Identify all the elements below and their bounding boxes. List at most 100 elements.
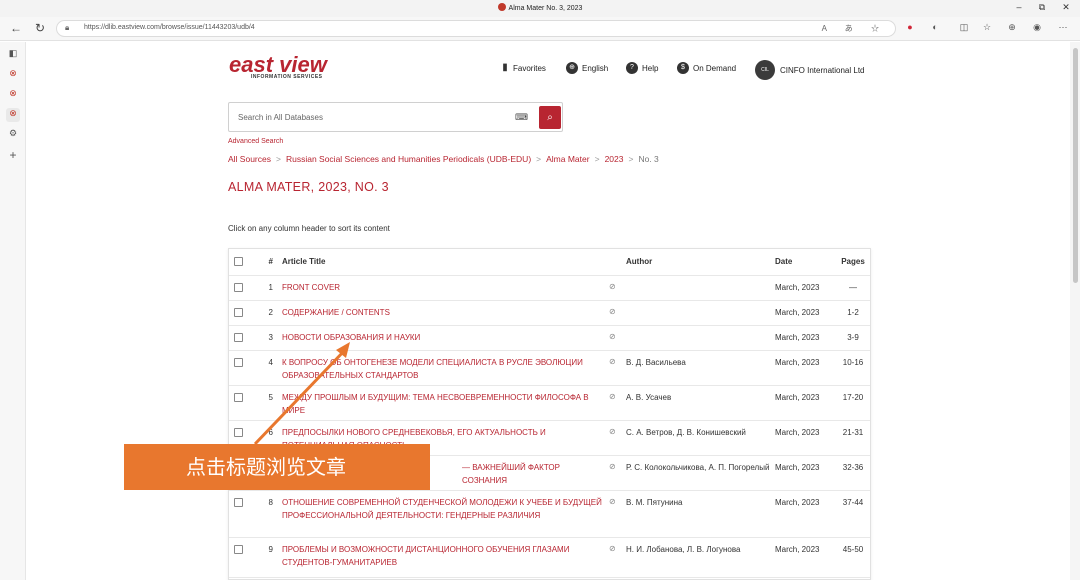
attachment-icon[interactable]: ⊘ bbox=[609, 356, 616, 369]
attachment-icon[interactable]: ⊘ bbox=[609, 281, 616, 294]
articles-table: # Article Title Author Date Pages 1 FRON… bbox=[228, 248, 871, 580]
breadcrumb-issue: No. 3 bbox=[638, 154, 659, 164]
keyboard-icon[interactable]: ⌨ bbox=[515, 112, 528, 123]
window-titlebar: Alma Mater No. 3, 2023 – ⧉ ✕ bbox=[0, 0, 1080, 17]
row-checkbox[interactable] bbox=[234, 428, 243, 437]
window-title: Alma Mater No. 3, 2023 bbox=[0, 3, 1080, 12]
column-header-date[interactable]: Date bbox=[775, 256, 833, 269]
org-avatar: CIL bbox=[755, 60, 775, 80]
refresh-button[interactable]: ↻ bbox=[32, 21, 48, 35]
extension-icon[interactable]: ● bbox=[903, 22, 917, 32]
nav-favorites-label: Favorites bbox=[513, 63, 546, 73]
logo-wordmark: east view bbox=[229, 52, 327, 77]
breadcrumb-separator-icon: > bbox=[536, 154, 542, 164]
browser-toolbar: ← ↻ 🔒︎ https://dlib.eastview.com/browse/… bbox=[0, 17, 1080, 41]
address-bar[interactable]: 🔒︎ https://dlib.eastview.com/browse/issu… bbox=[56, 20, 896, 37]
article-pages: 17-20 bbox=[842, 393, 864, 402]
org-name: CINFO International Ltd bbox=[780, 65, 865, 75]
select-all-checkbox[interactable] bbox=[234, 257, 243, 266]
eastview-logo[interactable]: east view INFORMATION SERVICES bbox=[229, 52, 327, 81]
favorites-icon[interactable]: ☆ bbox=[980, 22, 994, 33]
collections-icon[interactable]: ⊕ bbox=[1005, 22, 1019, 33]
new-tab-plus-icon[interactable]: + bbox=[6, 148, 20, 162]
column-header-num[interactable]: # bbox=[257, 256, 273, 269]
table-row: 8 ОТНОШЕНИЕ СОВРЕМЕННОЙ СТУДЕНЧЕСКОЙ МОЛ… bbox=[229, 491, 870, 538]
attachment-icon[interactable]: ⊘ bbox=[609, 461, 616, 474]
column-header-pages[interactable]: Pages bbox=[838, 256, 868, 269]
article-date: March, 2023 bbox=[775, 358, 820, 367]
attachment-icon[interactable]: ⊘ bbox=[609, 543, 616, 556]
article-author: Н. И. Лобанова, Л. В. Логунова bbox=[626, 545, 741, 554]
nav-favorites[interactable]: ▮ Favorites bbox=[501, 62, 546, 74]
article-pages: 32-36 bbox=[842, 463, 864, 472]
nav-on-demand[interactable]: $ On Demand bbox=[677, 62, 736, 74]
attachment-icon[interactable]: ⊘ bbox=[609, 391, 616, 404]
article-title-link[interactable]: FRONT COVER bbox=[282, 282, 607, 295]
sidebar-tab-icon[interactable]: ⊗ bbox=[6, 88, 20, 102]
article-title-link[interactable]: ОТНОШЕНИЕ СОВРЕМЕННОЙ СТУДЕНЧЕСКОЙ МОЛОД… bbox=[282, 497, 607, 522]
column-header-author[interactable]: Author bbox=[626, 256, 771, 269]
article-title-link[interactable]: К ВОПРОСУ ОБ ОНТОГЕНЕЗЕ МОДЕЛИ СПЕЦИАЛИС… bbox=[282, 357, 607, 382]
tab-actions-icon[interactable]: ◧ bbox=[6, 48, 20, 62]
article-pages: 37-44 bbox=[842, 498, 864, 507]
row-number: 2 bbox=[268, 308, 273, 317]
page-title: ALMA MATER, 2023, NO. 3 bbox=[228, 180, 389, 194]
attachment-icon[interactable]: ⊘ bbox=[609, 331, 616, 344]
close-window-button[interactable]: ✕ bbox=[1056, 2, 1076, 13]
row-checkbox[interactable] bbox=[234, 283, 243, 292]
back-button[interactable]: ← bbox=[8, 21, 24, 35]
split-screen-icon[interactable]: ◫ bbox=[957, 22, 971, 33]
lock-icon: 🔒︎ bbox=[65, 23, 70, 32]
article-date: March, 2023 bbox=[775, 545, 820, 554]
breadcrumb-separator-icon: > bbox=[276, 154, 281, 164]
sidebar-tab-icon[interactable]: ⊗ bbox=[6, 68, 20, 82]
search-button[interactable]: ⌕ bbox=[539, 106, 561, 129]
article-author: С. А. Ветров, Д. В. Конишевский bbox=[626, 428, 746, 437]
breadcrumb-all-sources[interactable]: All Sources bbox=[228, 154, 271, 164]
address-bar-actions[interactable]: A あ ☆ bbox=[822, 23, 887, 34]
scrollbar-thumb[interactable] bbox=[1073, 48, 1078, 283]
attachment-icon[interactable]: ⊘ bbox=[609, 306, 616, 319]
row-checkbox[interactable] bbox=[234, 545, 243, 554]
attachment-icon[interactable]: ⊘ bbox=[609, 496, 616, 509]
breadcrumb-database[interactable]: Russian Social Sciences and Humanities P… bbox=[286, 154, 531, 164]
row-checkbox[interactable] bbox=[234, 498, 243, 507]
article-date: March, 2023 bbox=[775, 393, 820, 402]
extension-puzzle-icon[interactable]: ◐ bbox=[928, 22, 942, 32]
search-input[interactable] bbox=[230, 104, 510, 130]
bookmark-icon: ▮ bbox=[502, 62, 508, 73]
breadcrumb-year[interactable]: 2023 bbox=[605, 154, 624, 164]
attachment-icon[interactable]: ⊘ bbox=[609, 426, 616, 439]
breadcrumb-journal[interactable]: Alma Mater bbox=[546, 154, 589, 164]
row-checkbox[interactable] bbox=[234, 333, 243, 342]
settings-gear-icon[interactable]: ⚙ bbox=[6, 128, 20, 142]
page-scrollbar[interactable] bbox=[1070, 42, 1080, 580]
column-header-title[interactable]: Article Title bbox=[282, 256, 607, 269]
article-title-link[interactable]: НОВОСТИ ОБРАЗОВАНИЯ И НАУКИ bbox=[282, 332, 607, 345]
nav-language[interactable]: ⊕ English bbox=[566, 62, 608, 74]
article-date: March, 2023 bbox=[775, 283, 820, 292]
article-title-link[interactable]: ПРОБЛЕМЫ И ВОЗМОЖНОСТИ ДИСТАНЦИОННОГО ОБ… bbox=[282, 544, 607, 569]
table-row: 9 ПРОБЛЕМЫ И ВОЗМОЖНОСТИ ДИСТАНЦИОННОГО … bbox=[229, 538, 870, 578]
row-checkbox[interactable] bbox=[234, 308, 243, 317]
table-row: 3 НОВОСТИ ОБРАЗОВАНИЯ И НАУКИ ⊘ March, 2… bbox=[229, 326, 870, 351]
restore-button[interactable]: ⧉ bbox=[1032, 2, 1052, 13]
advanced-search-link[interactable]: Advanced Search bbox=[228, 138, 283, 145]
minimize-button[interactable]: – bbox=[1009, 2, 1029, 12]
row-number: 6 bbox=[268, 428, 273, 437]
breadcrumb-separator-icon: > bbox=[628, 154, 634, 164]
row-number: 5 bbox=[268, 393, 273, 402]
nav-help[interactable]: ? Help bbox=[626, 62, 658, 74]
org-account[interactable]: CIL CINFO International Ltd bbox=[755, 60, 864, 80]
article-title-link[interactable]: МЕЖДУ ПРОШЛЫМ И БУДУЩИМ: ТЕМА НЕСВОЕВРЕМ… bbox=[282, 392, 607, 417]
dollar-icon: $ bbox=[677, 62, 689, 74]
more-menu-icon[interactable]: ⋯ bbox=[1056, 22, 1070, 33]
sidebar-tab-active-icon[interactable]: ⊗ bbox=[6, 108, 20, 122]
row-checkbox[interactable] bbox=[234, 358, 243, 367]
annotation-callout: 点击标题浏览文章 bbox=[124, 444, 430, 490]
row-checkbox[interactable] bbox=[234, 393, 243, 402]
table-row: 4 К ВОПРОСУ ОБ ОНТОГЕНЕЗЕ МОДЕЛИ СПЕЦИАЛ… bbox=[229, 351, 870, 386]
nav-on-demand-label: On Demand bbox=[693, 63, 737, 73]
profile-avatar-icon[interactable]: ◉ bbox=[1030, 22, 1044, 33]
article-title-link[interactable]: СОДЕРЖАНИЕ / CONTENTS bbox=[282, 307, 607, 320]
